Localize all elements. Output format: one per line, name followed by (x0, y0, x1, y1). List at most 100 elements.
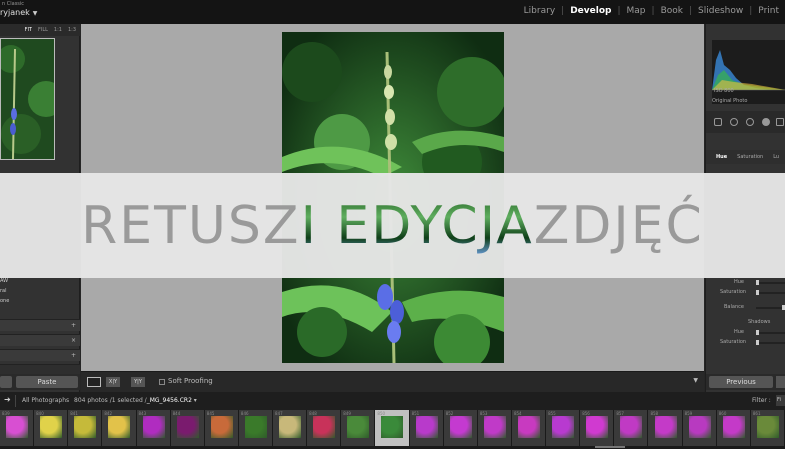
balance-slider[interactable] (756, 305, 785, 310)
filmstrip-thumbnail (108, 416, 131, 438)
graduated-filter-icon[interactable] (776, 118, 784, 126)
filmstrip-thumbnail (654, 416, 677, 438)
filmstrip-cell[interactable]: 853 (477, 410, 512, 446)
copy-paste-bar: Paste (0, 374, 80, 390)
soft-proofing-checkbox[interactable] (159, 379, 165, 385)
slider-thumb[interactable] (756, 280, 759, 285)
add-snapshot-button[interactable]: + (0, 319, 80, 331)
filmstrip-cell[interactable]: 860 (716, 410, 751, 446)
title-banner: RETUSZ I EDYCJA ZDJĘĆ (0, 173, 785, 278)
toolbar-menu-icon[interactable]: ▼ (693, 377, 698, 384)
shadow-saturation-slider[interactable] (756, 340, 785, 345)
filmstrip-thumbnail (688, 416, 711, 438)
module-book[interactable]: Book (655, 6, 689, 16)
preset-item[interactable]: one (0, 296, 9, 306)
reset-button[interactable] (776, 376, 785, 388)
shadow-saturation-label: Saturation (720, 339, 747, 345)
filmstrip-thumbnail (381, 416, 404, 438)
filmstrip-cell[interactable]: 847 (273, 410, 308, 446)
filmstrip-thumbnail (6, 416, 29, 438)
slider-thumb[interactable] (756, 340, 759, 345)
filmstrip-thumbnail (347, 416, 370, 438)
filmstrip-thumbnail (313, 416, 336, 438)
filmstrip-cell[interactable]: 856 (580, 410, 615, 446)
filmstrip-cell[interactable]: 857 (614, 410, 649, 446)
filmstrip-cell[interactable]: 858 (648, 410, 683, 446)
previous-button[interactable]: Previous (709, 376, 773, 388)
identity-plate[interactable]: ryjanek ▼ (0, 8, 37, 17)
filmstrip-cell[interactable]: 839 (0, 410, 35, 446)
filmstrip-cell[interactable]: 842 (102, 410, 137, 446)
filmstrip-cell[interactable]: 851 (409, 410, 444, 446)
chevron-down-icon: ▾ (191, 397, 197, 404)
spot-removal-icon[interactable] (746, 118, 754, 126)
filmstrip-thumbnail (586, 416, 609, 438)
filmstrip-cell[interactable]: 861 (750, 410, 785, 446)
slider-thumb[interactable] (756, 330, 759, 335)
filmstrip-cell[interactable]: 849 (341, 410, 376, 446)
filmstrip-thumbnail (620, 416, 643, 438)
zoom-ratio[interactable]: 1:3 (68, 27, 76, 36)
banner-title: RETUSZ I EDYCJA ZDJĘĆ (0, 173, 785, 278)
filter-select[interactable]: Fi (776, 395, 785, 406)
filmstrip-thumbnail (756, 416, 779, 438)
filmstrip-cell[interactable]: 852 (443, 410, 478, 446)
module-library[interactable]: Library (518, 6, 561, 16)
filmstrip-cell[interactable]: 859 (682, 410, 717, 446)
tab-saturation[interactable]: Saturation (737, 154, 763, 164)
filmstrip-cell[interactable]: 841 (68, 410, 103, 446)
forward-arrow-icon[interactable]: ➜ (4, 395, 11, 404)
original-photo-label: Original Photo (712, 98, 748, 104)
before-after-button[interactable]: X|Y (106, 377, 120, 387)
module-develop[interactable]: Develop (564, 6, 617, 16)
histogram-iso: ISO 800 (714, 88, 734, 94)
filmstrip-source[interactable]: All Photographs (22, 397, 69, 404)
preset-item[interactable]: ral (0, 286, 9, 296)
filmstrip-cell[interactable]: 840 (34, 410, 69, 446)
before-after-mode-button[interactable]: Y|Y (131, 377, 145, 387)
navigator-preview[interactable] (0, 38, 55, 160)
filmstrip-thumbnail (279, 416, 302, 438)
slider-thumb[interactable] (756, 290, 759, 295)
copy-button[interactable] (0, 376, 12, 388)
tab-luminance[interactable]: Lu (773, 154, 779, 164)
filmstrip-cell[interactable]: 854 (511, 410, 547, 446)
module-map[interactable]: Map (621, 6, 652, 16)
split-saturation-slider[interactable] (756, 290, 785, 295)
tab-hue[interactable]: Hue (716, 154, 727, 164)
filmstrip-cell[interactable]: 844 (170, 410, 205, 446)
filmstrip-header: ➜ All Photographs 804 photos /1 selected… (0, 392, 785, 410)
preset-list: AW ral one (0, 276, 9, 306)
zoom-1-1[interactable]: 1:1 (54, 27, 62, 36)
soft-proofing-label: Soft Proofing (168, 377, 213, 385)
filmstrip-thumbnail (142, 416, 165, 438)
divider (15, 395, 16, 407)
add-collection-button[interactable]: + (0, 349, 80, 361)
paste-button[interactable]: Paste (16, 376, 78, 388)
filmstrip-thumbnail (74, 416, 97, 438)
filmstrip-thumbnail (244, 416, 267, 438)
grid-tool-icon[interactable] (714, 118, 722, 126)
zoom-fill[interactable]: FILL (38, 27, 48, 36)
filmstrip-cell[interactable]: 855 (546, 410, 581, 446)
module-slideshow[interactable]: Slideshow (692, 6, 749, 16)
red-eye-icon[interactable] (762, 118, 770, 126)
filmstrip-cell[interactable]: 846 (238, 410, 274, 446)
module-print[interactable]: Print (752, 6, 785, 16)
tool-strip (706, 111, 785, 133)
filmstrip-scrollbar[interactable] (595, 446, 625, 448)
filmstrip-thumbnail (722, 416, 745, 438)
zoom-fit[interactable]: FIT (25, 27, 32, 36)
split-hue-slider[interactable] (756, 280, 785, 285)
split-hue-label: Hue (734, 279, 745, 285)
shadows-label: Shadows (748, 319, 771, 325)
crop-tool-icon[interactable] (730, 118, 738, 126)
shadow-hue-slider[interactable] (756, 330, 785, 335)
filmstrip-cell[interactable]: 848 (307, 410, 342, 446)
filmstrip-info[interactable]: 804 photos /1 selected /_MG_9456.CR2 ▾ (74, 397, 197, 404)
clear-history-button[interactable]: × (0, 334, 80, 346)
filmstrip-cell[interactable]: 845 (204, 410, 239, 446)
loupe-view-button[interactable] (87, 377, 101, 387)
filmstrip-cell[interactable]: 850 (375, 410, 410, 446)
filmstrip-cell[interactable]: 843 (136, 410, 171, 446)
